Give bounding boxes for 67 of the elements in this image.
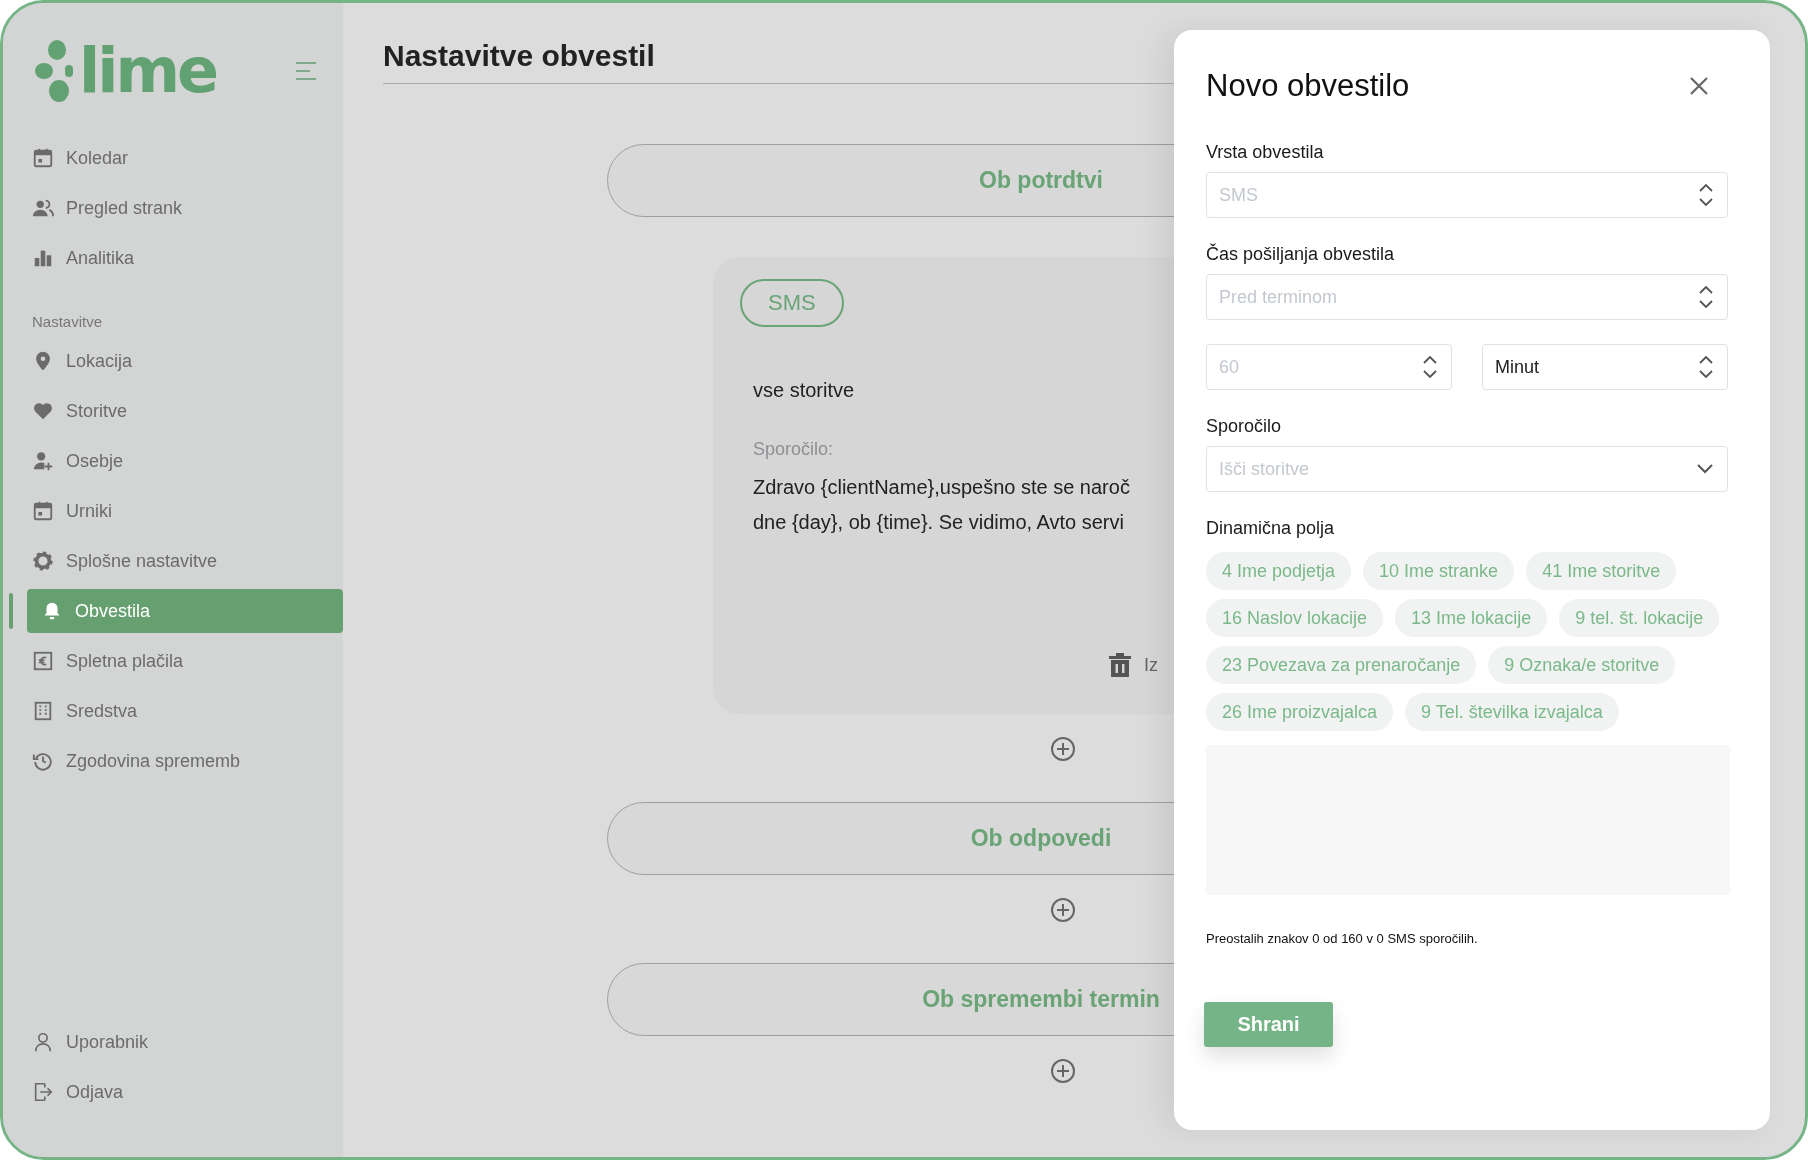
logo-text: lime (79, 40, 217, 102)
dynamic-field-chip[interactable]: 9 Tel. številka izvajalca (1405, 693, 1619, 731)
character-counter: Preostalih znakov 0 od 160 v 0 SMS sporočilih. (1206, 931, 1479, 946)
services-text: vse storitve (753, 379, 856, 402)
modal-title: Novo obvestilo (1206, 68, 1410, 104)
sidebar-item[interactable]: Analitika (27, 236, 343, 280)
sidebar-item[interactable]: Storitve (27, 389, 343, 433)
users-icon (32, 197, 54, 219)
dynamic-field-chip[interactable]: 4 Ime podjetja (1206, 552, 1352, 590)
sidebar-item[interactable]: Sredstva (27, 689, 343, 733)
sidebar-item[interactable]: Odjava (27, 1070, 343, 1114)
up-down-chevron-icon (1698, 183, 1714, 207)
sidebar-item[interactable]: Spletna plačila (27, 639, 343, 683)
section-header[interactable]: Ob odpovedi (607, 802, 1174, 875)
dynamic-field-chip[interactable]: 13 Ime lokacije (1395, 599, 1548, 637)
dynamic-field-chip[interactable]: 10 Ime stranke (1363, 552, 1515, 590)
euro-icon (32, 650, 54, 672)
field-label: Čas pošiljanja obvestila (1206, 244, 1396, 265)
calendar-icon (32, 500, 54, 522)
dynamic-field-chip[interactable]: 16 Naslov lokacije (1206, 599, 1384, 637)
unit-select[interactable]: Minut (1482, 344, 1728, 390)
sidebar-item[interactable]: Zgodovina sprememb (27, 739, 343, 783)
field-label: Vrsta obvestila (1206, 142, 1325, 163)
sidebar-item[interactable]: Splošne nastavitve (27, 539, 343, 583)
user-plus-icon (32, 450, 54, 472)
message-label: Sporočilo: (753, 439, 835, 460)
dynamic-field-chip[interactable]: 41 Ime storitve (1526, 552, 1677, 590)
heart-icon (32, 400, 54, 422)
calendar-icon (32, 147, 54, 169)
add-circle-icon[interactable] (1050, 1058, 1076, 1084)
add-circle-icon[interactable] (1050, 897, 1076, 923)
field-label: Dinamična polja (1206, 518, 1336, 539)
section-header[interactable]: Ob spremembi termin (607, 963, 1174, 1036)
dynamic-field-chip[interactable]: 9 Oznaka/e storitve (1488, 646, 1676, 684)
logout-icon (32, 1081, 54, 1103)
dynamic-field-chip[interactable]: 26 Ime proizvajalca (1206, 693, 1394, 731)
sidebar-item[interactable]: Pregled strank (27, 186, 343, 230)
message-text: Zdravo {clientName},uspešno ste se naroč dne {day}, ob {time}. Se vidimo, Avto servi (753, 475, 1131, 535)
history-icon (32, 750, 54, 772)
chevron-down-icon (1696, 463, 1714, 475)
trash-icon[interactable] (1108, 652, 1132, 678)
channel-tag: SMS (740, 279, 844, 327)
type-select[interactable]: SMS (1206, 172, 1728, 218)
section-heading: Nastavitve (32, 313, 104, 330)
sidebar-item[interactable]: Lokacija (27, 339, 343, 383)
field-label: Sporočilo (1206, 416, 1283, 437)
sidebar-item[interactable]: Koledar (27, 136, 343, 180)
add-circle-icon[interactable] (1050, 736, 1076, 762)
save-button[interactable]: Shrani (1204, 1002, 1333, 1047)
close-button[interactable] (1688, 75, 1710, 97)
sidebar-item[interactable]: Uporabnik (27, 1020, 343, 1064)
message-select[interactable]: Išči storitve (1206, 446, 1728, 492)
building-icon (32, 700, 54, 722)
delete-link[interactable]: Iz (1144, 654, 1158, 676)
up-down-chevron-icon (1698, 285, 1714, 309)
dynamic-field-chip[interactable]: 23 Povezava za prenaročanje (1206, 646, 1477, 684)
section-header[interactable]: Ob potrdtvi (607, 144, 1174, 217)
timing-select[interactable]: Pred terminom (1206, 274, 1728, 320)
amount-field[interactable]: 60 (1206, 344, 1452, 390)
up-down-chevron-icon (1698, 355, 1714, 379)
sidebar-item[interactable]: Urniki (27, 489, 343, 533)
dynamic-field-chip[interactable]: 9 tel. št. lokacije (1559, 599, 1720, 637)
settings-icon (32, 550, 54, 572)
user-icon (32, 1031, 54, 1053)
sidebar-item[interactable]: Osebje (27, 439, 343, 483)
up-down-chevron-icon (1422, 355, 1438, 379)
logo-icon (35, 39, 73, 103)
